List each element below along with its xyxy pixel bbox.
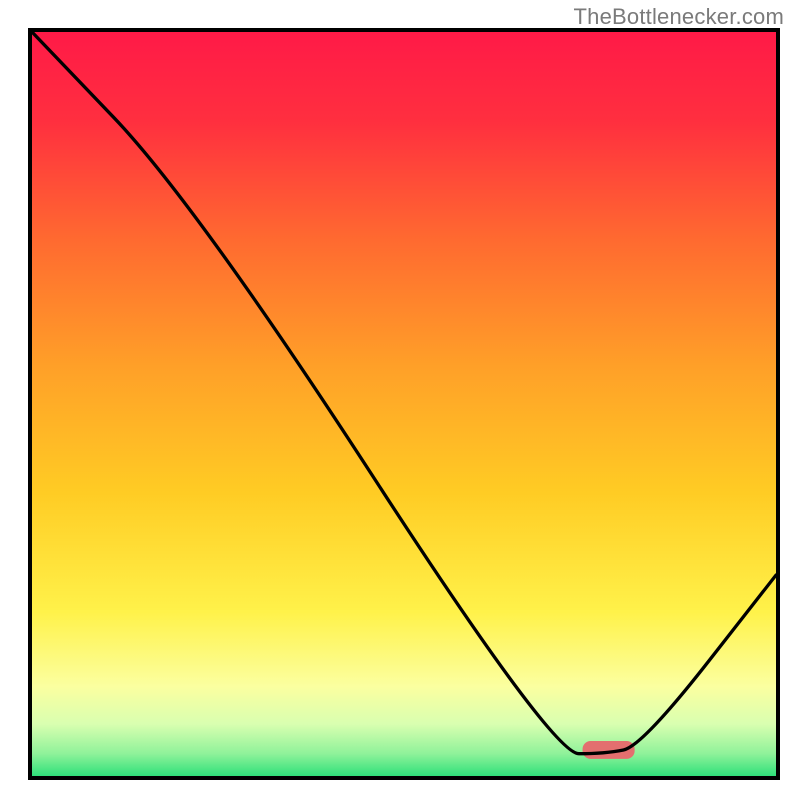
page-root: TheBottlenecker.com: [0, 0, 800, 800]
chart-background-gradient: [32, 32, 776, 776]
chart-plot: [32, 32, 776, 776]
attribution-watermark: TheBottlenecker.com: [574, 4, 784, 30]
chart-frame: [28, 28, 780, 780]
